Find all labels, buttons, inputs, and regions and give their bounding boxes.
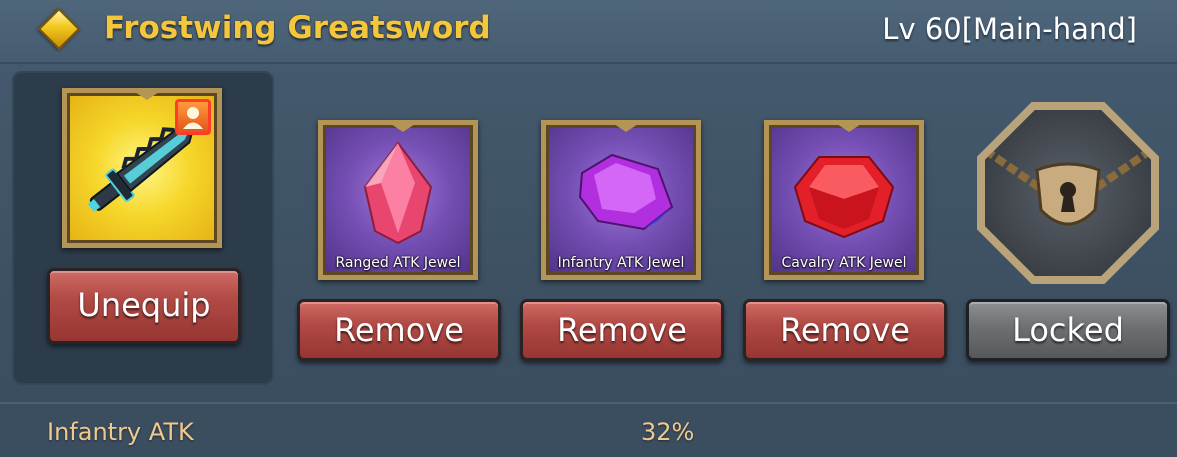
locked-button: Locked <box>966 299 1170 361</box>
jewel-label: Ranged ATK Jewel <box>335 255 461 271</box>
jewel-slot-ranged[interactable]: Ranged ATK Jewel <box>318 120 478 280</box>
weapon-slot[interactable] <box>62 88 222 248</box>
jewel-slot-cavalry[interactable]: Cavalry ATK Jewel <box>764 120 924 280</box>
remove-infantry-jewel-button[interactable]: Remove <box>520 299 724 361</box>
equipment-header: Frostwing Greatsword Lv 60[Main-hand] <box>0 0 1177 64</box>
hero-badge-icon <box>175 99 211 135</box>
locked-slot-inner <box>985 110 1151 276</box>
locked-slot <box>977 102 1159 284</box>
remove-cavalry-jewel-button[interactable]: Remove <box>743 299 947 361</box>
jewel-label: Cavalry ATK Jewel <box>781 255 907 271</box>
red-jewel-icon <box>793 156 895 239</box>
remove-ranged-jewel-button[interactable]: Remove <box>297 299 501 361</box>
stat-value: 32% <box>641 418 695 446</box>
item-level: Lv 60[Main-hand] <box>882 12 1137 46</box>
stat-name: Infantry ATK <box>47 418 194 446</box>
jewel-label: Infantry ATK Jewel <box>557 255 685 271</box>
pink-jewel-icon <box>363 141 433 245</box>
diamond-icon <box>37 7 81 51</box>
item-title: Frostwing Greatsword <box>104 10 491 46</box>
jewel-slot-infantry[interactable]: Infantry ATK Jewel <box>541 120 701 280</box>
padlock-shield-icon <box>985 146 1151 226</box>
unequip-button[interactable]: Unequip <box>47 268 241 344</box>
purple-jewel-icon <box>578 153 674 231</box>
